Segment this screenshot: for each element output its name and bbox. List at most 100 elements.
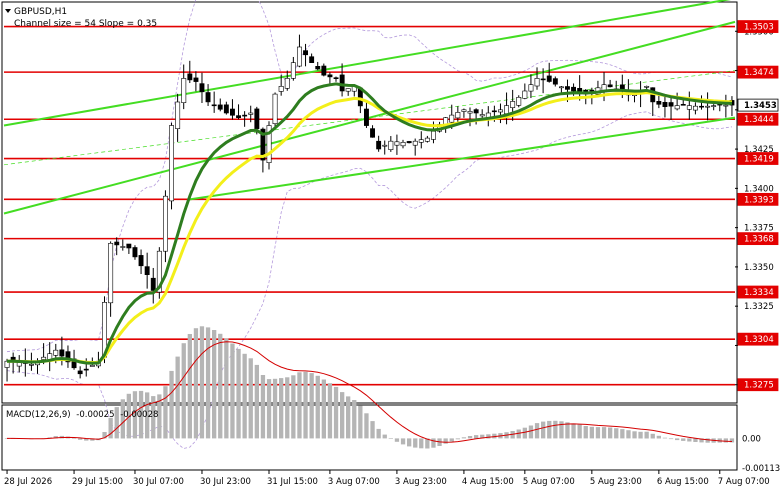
candle-body — [491, 110, 497, 113]
macd-histogram-bar — [662, 437, 668, 439]
macd-histogram-bar — [541, 421, 546, 439]
candle-body — [363, 108, 369, 126]
macd-histogram-bar — [279, 378, 284, 439]
candle-body — [230, 108, 235, 116]
level-price-label: 1.3334 — [744, 288, 774, 298]
candle-body — [163, 195, 168, 252]
macd-histogram-bar — [571, 423, 576, 439]
candle-body — [528, 84, 534, 92]
macd-histogram-bar — [212, 330, 217, 439]
price-tick-label: 1.3400 — [744, 184, 774, 194]
macd-histogram-bar — [394, 438, 400, 442]
candle — [163, 190, 168, 263]
candle-body — [510, 101, 516, 109]
candle-body — [479, 114, 485, 117]
macd-histogram-bar — [199, 326, 205, 439]
level-price-label: 1.3393 — [744, 195, 774, 205]
gbpusd-h1-chart: 1.33251.33501.33751.34001.34251.35001.35… — [0, 0, 781, 489]
candle-body — [205, 92, 211, 103]
macd-value: -0.00025 — [76, 410, 114, 420]
candle-body — [175, 101, 181, 130]
macd-histogram-bar — [644, 431, 649, 439]
candle-body — [711, 105, 717, 107]
macd-histogram-bar — [467, 436, 473, 439]
macd-histogram-bar — [224, 338, 229, 439]
macd-histogram-bar — [193, 328, 199, 439]
candle-body — [272, 93, 278, 124]
candle-body — [41, 356, 47, 360]
candle-body — [406, 141, 412, 144]
time-tick-label: 29 Jul 15:00 — [72, 477, 123, 487]
macd-histogram-bar — [346, 396, 351, 439]
candle-body — [607, 84, 613, 88]
candle-body — [455, 112, 461, 119]
macd-histogram-bar — [236, 348, 241, 439]
candle-body — [540, 78, 546, 81]
macd-histogram-bar — [638, 431, 643, 439]
candle-body — [552, 78, 558, 85]
candle-body — [534, 78, 540, 87]
candle-body — [296, 46, 302, 67]
level-price-label: 1.3444 — [744, 115, 774, 125]
candle-body — [248, 112, 254, 115]
macd-histogram-bar — [547, 420, 552, 439]
svg-text:MACD(12,26,9) -0.00025: MACD(12,26,9) -0.00025 -0.00028 — [6, 410, 158, 420]
macd-histogram-bar — [614, 428, 619, 439]
macd-histogram-bar — [668, 438, 674, 440]
macd-histogram-bar — [327, 383, 333, 439]
candle-body — [187, 73, 193, 81]
candle — [156, 247, 162, 299]
time-tick-label: 4 Aug 15:00 — [462, 477, 514, 487]
candle-body — [290, 62, 296, 79]
macd-histogram-bar — [163, 386, 168, 439]
candle-body — [211, 104, 217, 107]
level-price-label: 1.3368 — [744, 235, 774, 245]
macd-tick-label: 0.00 — [742, 434, 761, 444]
candle-body — [370, 128, 375, 138]
candle-body — [564, 86, 570, 90]
macd-histogram-bar — [595, 427, 601, 439]
macd-histogram-bar — [242, 353, 247, 439]
candle-body — [699, 105, 705, 108]
macd-histogram-bar — [413, 438, 418, 448]
macd-histogram-bar — [175, 356, 180, 439]
macd-histogram-bar — [254, 364, 259, 439]
level-price-label: 1.3474 — [744, 68, 774, 78]
candle-body — [321, 65, 327, 76]
macd-histogram-bar — [449, 438, 454, 442]
macd-histogram-bar — [309, 373, 314, 439]
price-tick-label: 1.3375 — [744, 224, 774, 234]
candle-body — [333, 77, 339, 79]
candle-body — [382, 144, 388, 147]
time-tick-label: 28 Jul 2026 — [4, 477, 52, 487]
candle-body — [723, 104, 729, 107]
macd-histogram-bar — [559, 421, 564, 439]
candle-body — [705, 105, 711, 108]
macd-histogram-bar — [675, 438, 680, 441]
candle-body — [28, 363, 34, 366]
macd-histogram-bar — [522, 427, 527, 439]
macd-histogram-bar — [577, 424, 582, 439]
candle-body — [327, 74, 333, 78]
candle-body — [668, 102, 674, 107]
macd-histogram-bar — [400, 438, 406, 445]
candle-body — [199, 83, 205, 93]
macd-histogram-bar — [620, 429, 625, 439]
candle-body — [254, 108, 260, 130]
candle — [169, 122, 174, 210]
time-tick-label: 5 Aug 23:00 — [590, 477, 642, 487]
time-tick-label: 3 Aug 23:00 — [395, 477, 447, 487]
candle-body — [376, 140, 382, 150]
macd-histogram-bar — [340, 392, 345, 439]
candle — [266, 121, 272, 170]
macd-histogram-bar — [78, 438, 83, 440]
macd-histogram-bar — [553, 420, 558, 439]
macd-histogram-bar — [297, 372, 302, 439]
level-price-label: 1.3419 — [744, 155, 774, 165]
macd-histogram-bar — [626, 430, 631, 439]
candle-body — [644, 86, 650, 88]
candle-body — [424, 137, 430, 142]
candle-body — [674, 105, 680, 110]
macd-histogram-bar — [681, 438, 686, 441]
macd-histogram-bar — [656, 435, 661, 439]
